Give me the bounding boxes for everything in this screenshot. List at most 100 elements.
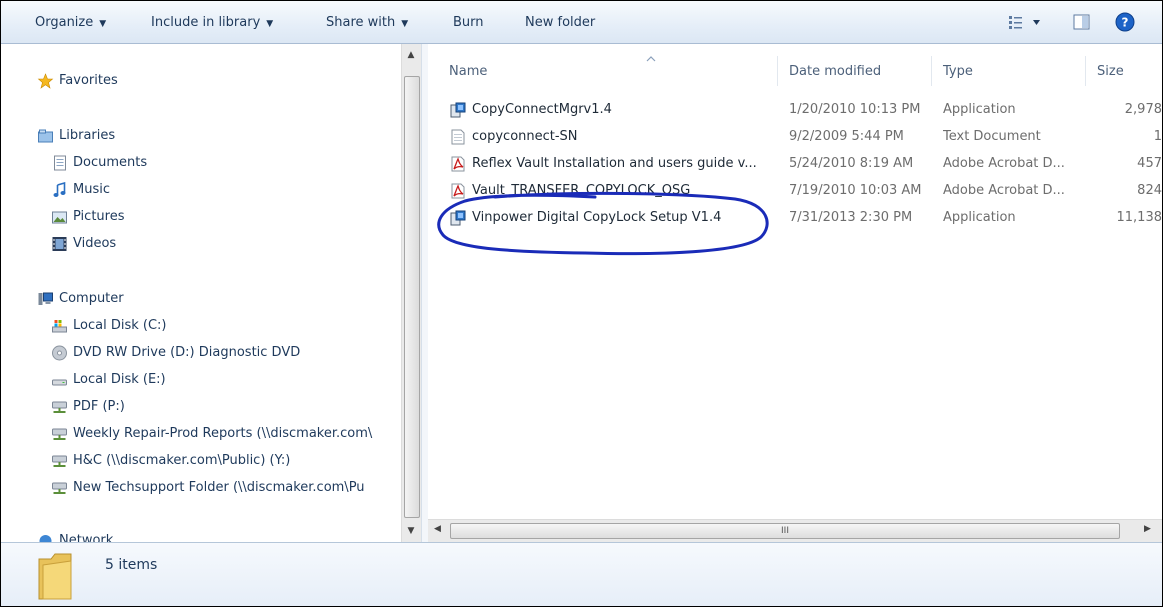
include-in-library-label: Include in library (151, 15, 261, 30)
network-drive-icon (52, 482, 67, 494)
nav-computer-label: Computer (59, 291, 124, 306)
file-type: Application (943, 210, 1016, 225)
text-document-icon (451, 129, 465, 145)
column-header-date-modified[interactable]: Date modified (789, 54, 881, 90)
file-row[interactable]: copyconnect-SN 9/2/2009 5:44 PM Text Doc… (428, 124, 1162, 150)
pictures-icon (52, 211, 67, 224)
explorer-window: Organize ▼ Include in library ▼ Share with… (0, 0, 1163, 607)
file-row[interactable]: Vault_TRANSFER_COPYLOCK_QSG 7/19/2010 10… (428, 178, 1162, 204)
nav-videos-label: Videos (73, 236, 117, 251)
dvd-drive-icon (52, 345, 67, 361)
videos-icon (52, 237, 67, 251)
nav-pictures-label: Pictures (73, 209, 125, 224)
star-icon (37, 73, 54, 89)
file-row[interactable]: Reflex Vault Installation and users guid… (428, 151, 1162, 177)
nav-drive-label: Local Disk (E:) (73, 372, 166, 387)
include-in-library-button[interactable]: Include in library ▼ (151, 13, 273, 33)
music-icon (53, 182, 66, 197)
view-list-icon (1009, 16, 1040, 29)
file-date: 7/31/2013 2:30 PM (789, 210, 913, 225)
file-name: Vinpower Digital CopyLock Setup V1.4 (472, 210, 722, 225)
local-disk-icon (52, 379, 67, 386)
svg-text:?: ? (1122, 16, 1129, 30)
network-drive-icon (52, 455, 67, 467)
file-type: Adobe Acrobat D... (943, 156, 1065, 171)
file-name: Reflex Vault Installation and users guid… (472, 156, 757, 171)
column-divider[interactable] (931, 56, 932, 86)
share-with-label: Share with (326, 15, 396, 30)
preview-pane-icon (1073, 14, 1090, 30)
nav-drive-label: PDF (P:) (73, 399, 125, 414)
chevron-down-icon: ▼ (401, 19, 409, 29)
column-header-type[interactable]: Type (943, 54, 973, 90)
help-icon: ? (1115, 12, 1135, 32)
help-button[interactable]: ? (1114, 11, 1136, 33)
installer-icon (450, 210, 466, 226)
file-size: 1 (1153, 129, 1162, 144)
change-view-button[interactable] (1007, 11, 1047, 33)
nav-music-label: Music (73, 182, 110, 197)
file-size: 824 (1137, 183, 1162, 198)
file-type: Adobe Acrobat D... (943, 183, 1065, 198)
nav-drive-label: Local Disk (C:) (73, 318, 167, 333)
nav-network-label: Network (59, 533, 114, 542)
nav-drive-label: New Techsupport Folder (\\discmaker.com\… (73, 480, 365, 495)
scroll-up-icon[interactable]: ▲ (406, 50, 416, 60)
share-with-button[interactable]: Share with ▼ (326, 13, 408, 33)
details-pane: 5 items (1, 542, 1162, 606)
file-name: copyconnect-SN (472, 129, 578, 144)
documents-icon (54, 155, 66, 171)
file-row[interactable]: CopyConnectMgrv1.4 1/20/2010 10:13 PM Ap… (428, 97, 1162, 123)
navigation-scrollbar[interactable]: ▲ ▼ (401, 44, 421, 542)
scrollbar-thumb[interactable] (404, 76, 420, 518)
file-name: Vault_TRANSFER_COPYLOCK_QSG (472, 183, 691, 198)
scroll-down-icon[interactable]: ▼ (406, 526, 416, 536)
scroll-left-icon[interactable]: ◀ (434, 524, 441, 534)
system-drive-icon (52, 320, 67, 333)
sort-ascending-icon (646, 56, 656, 62)
scrollbar-thumb[interactable]: III (450, 523, 1120, 539)
column-header-name[interactable]: Name (449, 54, 487, 90)
file-size: 2,978 (1124, 102, 1162, 117)
nav-documents-label: Documents (73, 155, 148, 170)
navigation-pane: Favorites Libraries Documents Music Pict… (1, 44, 401, 542)
burn-button[interactable]: Burn (453, 13, 484, 33)
new-folder-button[interactable]: New folder (525, 13, 595, 33)
item-count: 5 items (105, 557, 158, 573)
file-size: 457 (1137, 156, 1162, 171)
column-header-size[interactable]: Size (1097, 54, 1124, 90)
installer-icon (450, 102, 466, 118)
file-date: 5/24/2010 8:19 AM (789, 156, 914, 171)
file-name: CopyConnectMgrv1.4 (472, 102, 612, 117)
scroll-right-icon[interactable]: ▶ (1144, 524, 1151, 534)
file-date: 9/2/2009 5:44 PM (789, 129, 904, 144)
file-type: Text Document (943, 129, 1041, 144)
nav-libraries-label: Libraries (59, 128, 116, 143)
folder-icon (38, 553, 72, 600)
file-type: Application (943, 102, 1016, 117)
file-size: 11,138 (1116, 210, 1163, 225)
preview-pane-button[interactable] (1071, 11, 1093, 33)
file-date: 7/19/2010 10:03 AM (789, 183, 922, 198)
organize-label: Organize (35, 15, 94, 30)
network-drive-icon (52, 428, 67, 440)
network-drive-icon (52, 401, 67, 413)
network-icon (39, 535, 52, 542)
command-bar: Organize ▼ Include in library ▼ Share with… (1, 1, 1162, 44)
column-divider[interactable] (777, 56, 778, 86)
pdf-icon (451, 183, 465, 199)
organize-button[interactable]: Organize ▼ (35, 13, 106, 33)
file-list-horizontal-scrollbar[interactable]: ◀ III ▶ (428, 519, 1162, 542)
nav-drive-label: H&C (\\discmaker.com\Public) (Y:) (73, 453, 291, 468)
column-divider[interactable] (1085, 56, 1086, 86)
library-icon (38, 129, 53, 143)
pane-splitter[interactable] (421, 44, 428, 542)
file-row[interactable]: Vinpower Digital CopyLock Setup V1.4 7/3… (428, 205, 1162, 231)
chevron-down-icon: ▼ (99, 19, 107, 29)
file-date: 1/20/2010 10:13 PM (789, 102, 921, 117)
chevron-down-icon: ▼ (266, 19, 274, 29)
pdf-icon (451, 156, 465, 172)
file-list: Name Date modified Type Size CopyConnect… (428, 44, 1162, 519)
nav-drive-label: DVD RW Drive (D:) Diagnostic DVD (73, 345, 301, 360)
nav-favorites-label: Favorites (59, 73, 118, 88)
